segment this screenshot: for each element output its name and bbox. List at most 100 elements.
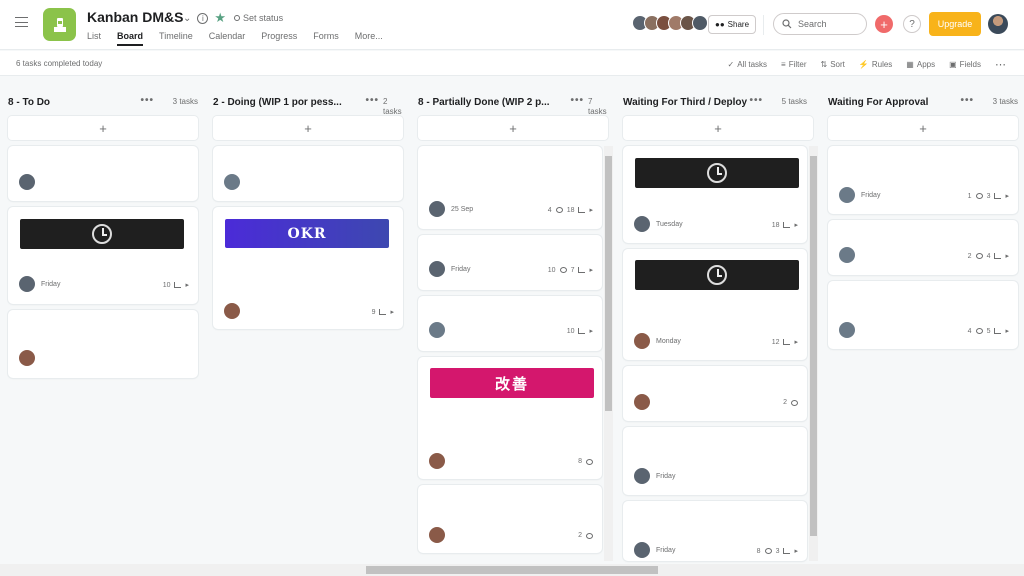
assignee-avatar[interactable] <box>224 174 240 190</box>
task-card[interactable]: 2 4 ▸ <box>828 220 1018 275</box>
expand-arrow-icon[interactable]: ▸ <box>1005 252 1009 260</box>
comment-icon[interactable] <box>586 532 593 539</box>
task-card[interactable]: Friday 1 3 ▸ <box>828 146 1018 214</box>
sort-button[interactable]: ⇅ Sort <box>821 60 845 69</box>
due-date[interactable]: Friday <box>861 192 880 199</box>
column-title[interactable]: Waiting For Approval <box>828 97 928 108</box>
task-card[interactable]: Friday 10 7 ▸ <box>418 235 602 290</box>
assignee-avatar[interactable] <box>224 303 240 319</box>
column-menu-icon[interactable]: ••• <box>140 95 154 106</box>
assignee-avatar[interactable] <box>429 527 445 543</box>
subtask-icon[interactable] <box>174 282 182 288</box>
task-card[interactable]: 2 <box>418 485 602 553</box>
add-task-button[interactable]: + <box>8 116 198 140</box>
tab-forms[interactable]: Forms <box>313 31 339 46</box>
task-card[interactable]: 25 Sep 4 18 ▸ <box>418 146 602 229</box>
task-card[interactable]: 10 ▸ <box>418 296 602 351</box>
assignee-avatar[interactable] <box>19 350 35 366</box>
tab-list[interactable]: List <box>87 31 101 46</box>
task-card[interactable]: Monday 12 ▸ <box>623 249 807 360</box>
subtask-icon[interactable] <box>994 253 1002 259</box>
column-scrollbar[interactable] <box>809 146 818 561</box>
due-date[interactable]: 25 Sep <box>451 206 473 213</box>
apps-button[interactable]: ▦ Apps <box>906 60 935 69</box>
assignee-avatar[interactable] <box>634 468 650 484</box>
add-task-button[interactable]: + <box>623 116 813 140</box>
expand-arrow-icon[interactable]: ▸ <box>185 281 189 289</box>
comment-icon[interactable] <box>975 193 983 199</box>
expand-arrow-icon[interactable]: ▸ <box>794 547 798 555</box>
members-avatars[interactable] <box>632 15 708 31</box>
due-date[interactable]: Tuesday <box>656 221 683 228</box>
comment-icon[interactable] <box>791 399 798 406</box>
info-icon[interactable]: i <box>197 12 209 24</box>
column-title[interactable]: 2 - Doing (WIP 1 por pess... <box>213 97 342 108</box>
tab-calendar[interactable]: Calendar <box>209 31 246 46</box>
task-card[interactable]: Tuesday 18 ▸ <box>623 146 807 243</box>
filter-button[interactable]: ≡ Filter <box>781 60 806 69</box>
task-card[interactable] <box>8 310 198 378</box>
scrollbar-thumb[interactable] <box>810 156 817 536</box>
subtask-icon[interactable] <box>783 222 791 228</box>
expand-arrow-icon[interactable]: ▸ <box>1005 327 1009 335</box>
expand-arrow-icon[interactable]: ▸ <box>589 327 593 335</box>
subtask-icon[interactable] <box>379 309 387 315</box>
subtask-icon[interactable] <box>783 548 791 554</box>
share-button[interactable]: ●● Share <box>708 15 757 34</box>
task-card[interactable]: Friday <box>623 427 807 495</box>
tab-timeline[interactable]: Timeline <box>159 31 193 46</box>
assignee-avatar[interactable] <box>839 322 855 338</box>
column-menu-icon[interactable]: ••• <box>365 95 379 106</box>
subtask-icon[interactable] <box>783 339 791 345</box>
subtask-icon[interactable] <box>994 328 1002 334</box>
due-date[interactable]: Monday <box>656 338 681 345</box>
assignee-avatar[interactable] <box>839 187 855 203</box>
add-task-button[interactable]: + <box>213 116 403 140</box>
comment-icon[interactable] <box>975 253 983 259</box>
expand-arrow-icon[interactable]: ▸ <box>589 266 593 274</box>
comment-icon[interactable] <box>559 267 567 273</box>
assignee-avatar[interactable] <box>634 216 650 232</box>
task-card[interactable] <box>213 146 403 201</box>
column-title[interactable]: Waiting For Third / Deploy <box>623 97 747 108</box>
expand-arrow-icon[interactable]: ▸ <box>794 338 798 346</box>
add-task-button[interactable]: + <box>828 116 1018 140</box>
column-scrollbar[interactable] <box>604 146 613 561</box>
column-menu-icon[interactable]: ••• <box>570 95 584 106</box>
assignee-avatar[interactable] <box>634 542 650 558</box>
due-date[interactable]: Friday <box>656 547 675 554</box>
task-card[interactable]: 4 5 ▸ <box>828 281 1018 349</box>
expand-arrow-icon[interactable]: ▸ <box>390 308 394 316</box>
expand-arrow-icon[interactable]: ▸ <box>1005 192 1009 200</box>
column-title[interactable]: 8 - To Do <box>8 97 50 108</box>
fields-button[interactable]: ▣ Fields <box>949 60 981 69</box>
horizontal-scrollbar[interactable] <box>0 564 1024 576</box>
assignee-avatar[interactable] <box>429 453 445 469</box>
comment-icon[interactable] <box>764 548 772 554</box>
subtask-icon[interactable] <box>578 328 586 334</box>
set-status-button[interactable]: Set status <box>234 13 283 23</box>
due-date[interactable]: Friday <box>41 281 60 288</box>
column-menu-icon[interactable]: ••• <box>960 95 974 106</box>
expand-arrow-icon[interactable]: ▸ <box>589 206 593 214</box>
hamburger-menu-icon[interactable] <box>15 17 28 27</box>
task-card[interactable] <box>8 146 198 201</box>
task-card[interactable]: Friday 8 3 ▸ <box>623 501 807 561</box>
assignee-avatar[interactable] <box>634 394 650 410</box>
search-input[interactable]: Search <box>773 13 867 35</box>
subtask-icon[interactable] <box>994 193 1002 199</box>
assignee-avatar[interactable] <box>19 174 35 190</box>
more-options-icon[interactable]: ⋯ <box>995 58 1006 71</box>
chevron-down-icon[interactable]: ⌄ <box>183 13 191 24</box>
star-icon[interactable]: ★ <box>214 10 226 26</box>
assignee-avatar[interactable] <box>19 276 35 292</box>
assignee-avatar[interactable] <box>839 247 855 263</box>
rules-button[interactable]: ⚡ Rules <box>859 60 892 69</box>
scrollbar-thumb[interactable] <box>605 156 612 411</box>
project-title[interactable]: Kanban DM&S <box>87 9 183 25</box>
assignee-avatar[interactable] <box>429 322 445 338</box>
assignee-avatar[interactable] <box>429 201 445 217</box>
scrollbar-thumb[interactable] <box>366 566 658 574</box>
task-card[interactable]: 改善 8 <box>418 357 602 479</box>
add-task-button[interactable]: + <box>418 116 608 140</box>
